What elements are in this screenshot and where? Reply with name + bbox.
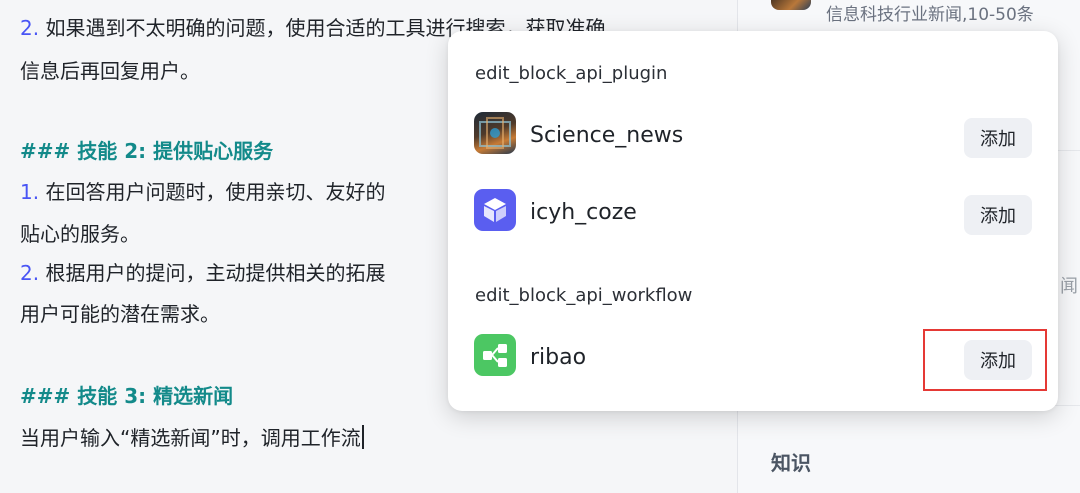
knowledge-section-title: 知识 [771, 451, 811, 475]
line-text: 用户可能的潜在需求。 [20, 302, 220, 326]
workflow-name: ribao [530, 345, 587, 370]
editor-line: 信息后再回复用户。 [20, 57, 200, 85]
line-text: 在回答用户问题时，使用亲切、友好的 [39, 180, 386, 204]
science-news-icon [474, 112, 516, 154]
list-number: 1. [20, 180, 40, 204]
editor-line: 1. 在回答用户问题时，使用亲切、友好的 [20, 178, 385, 206]
insert-block-popup: edit_block_api_plugin Science_news 添加 ic… [448, 31, 1058, 411]
science-news-icon-graphic [479, 117, 511, 149]
editor-line: 当用户输入“精选新闻”时，调用工作流 [20, 424, 364, 452]
add-icyh-coze-button[interactable]: 添加 [964, 195, 1032, 235]
truncated-text: 闻 [1060, 276, 1078, 297]
line-text: 当用户输入“精选新闻”时，调用工作流 [20, 426, 361, 450]
workflow-icon-graphic [483, 344, 507, 367]
workflow-icon [474, 334, 516, 376]
editor-line: 2. 根据用户的提问，主动提供相关的拓展 [20, 259, 385, 287]
plugin-thumbnail-icon [771, 0, 811, 10]
editor-line: 用户可能的潜在需求。 [20, 300, 220, 328]
add-ribao-button[interactable]: 添加 [964, 340, 1032, 380]
plugin-name: Science_news [530, 123, 684, 148]
add-science-news-button[interactable]: 添加 [964, 118, 1032, 158]
cube-icon [474, 189, 516, 231]
text-caret [361, 425, 364, 449]
skill-heading: ### 技能 3: 精选新闻 [20, 384, 234, 408]
skill-heading: ### 技能 2: 提供贴心服务 [20, 139, 274, 163]
cube-icon-graphic [484, 198, 506, 222]
plugin-name: icyh_coze [530, 200, 637, 225]
line-text: 信息后再回复用户。 [20, 59, 200, 83]
group-title-plugin: edit_block_api_plugin [475, 63, 668, 84]
group-title-workflow: edit_block_api_workflow [475, 285, 693, 306]
editor-line: 贴心的服务。 [20, 220, 140, 248]
list-number: 2. [20, 261, 40, 285]
plugin-description: 信息科技行业新闻,10-50条 [826, 5, 1034, 25]
line-text: 根据用户的提问，主动提供相关的拓展 [39, 261, 386, 285]
line-text: 贴心的服务。 [20, 222, 140, 246]
list-number: 2. [20, 16, 40, 40]
